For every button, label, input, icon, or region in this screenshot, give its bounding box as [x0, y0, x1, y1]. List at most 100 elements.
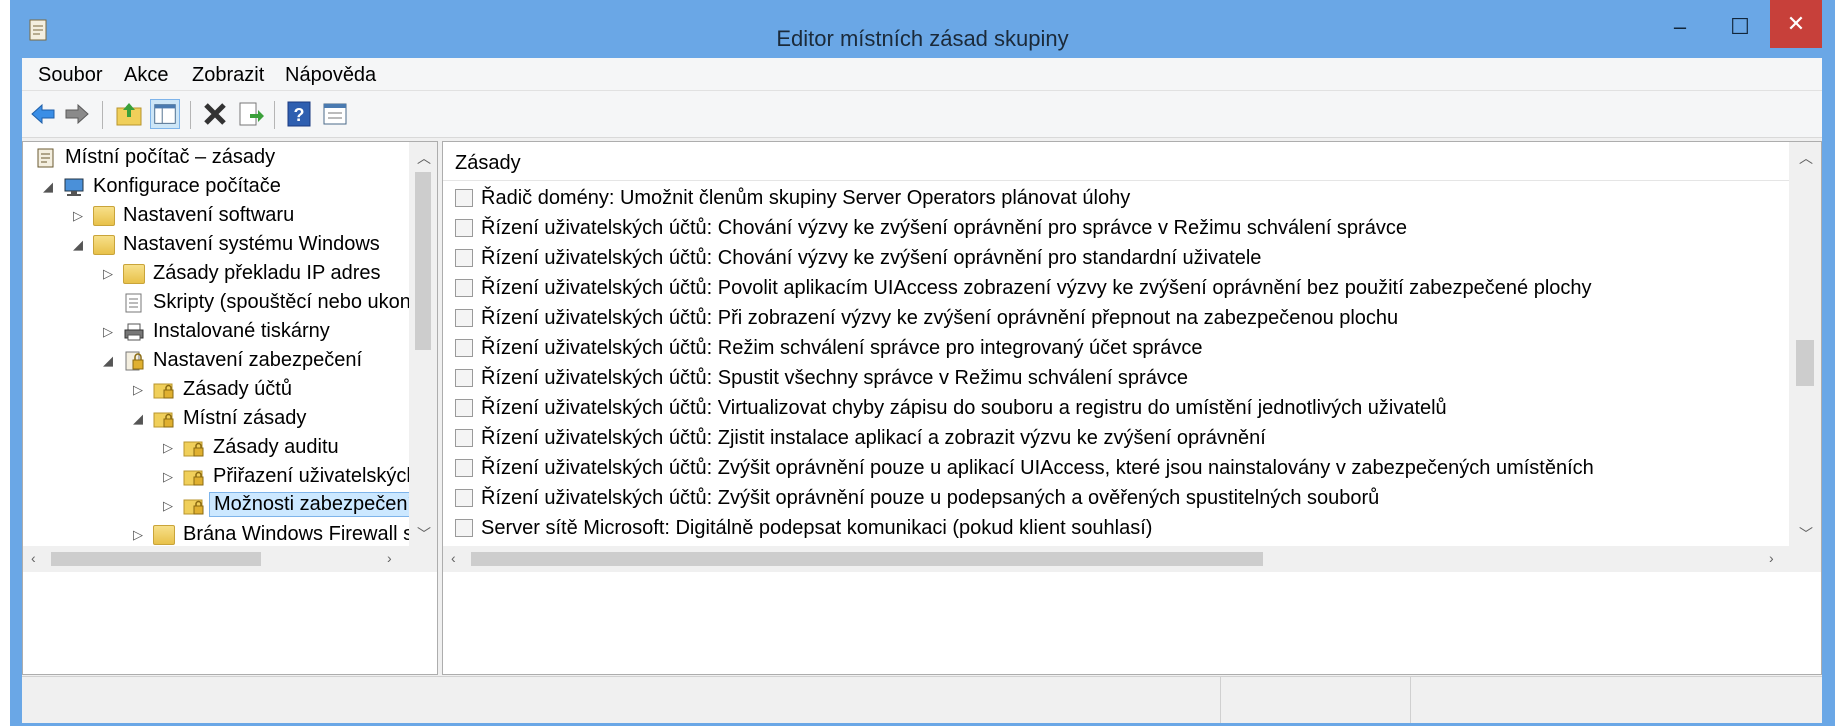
security-folder-icon	[183, 441, 204, 457]
menu-file[interactable]: Soubor	[38, 64, 103, 87]
tree-item-label: Konfigurace počítače	[93, 175, 281, 197]
back-icon[interactable]	[28, 99, 58, 129]
scrollbar-thumb[interactable]	[415, 172, 431, 350]
policy-document-icon	[37, 148, 54, 168]
scroll-up-icon[interactable]: ︿	[1799, 148, 1813, 168]
minimize-button[interactable]: –	[1650, 0, 1710, 58]
tree-item-label: Zásady účtů	[183, 378, 292, 400]
policy-setting-icon	[455, 429, 473, 447]
policy-setting-icon	[455, 339, 473, 357]
header-divider	[443, 180, 1789, 181]
tree-item-label: Nastavení systému Windows	[123, 233, 380, 255]
window-title: Editor místních zásad skupiny	[776, 26, 1069, 51]
security-folder-icon	[153, 412, 174, 428]
scroll-right-icon[interactable]: ›	[387, 550, 392, 566]
toolbar: ?	[22, 91, 1822, 138]
scroll-right-icon[interactable]: ›	[1769, 550, 1774, 566]
collapsed-arrow-icon[interactable]: ▷	[103, 324, 113, 340]
policy-list-pane: Zásady ˆ Řadič domény: Umožnit členům sk…	[442, 141, 1822, 675]
export-list-icon[interactable]	[236, 99, 266, 129]
menu-action[interactable]: Akce	[124, 64, 168, 87]
tree-item-label: Brána Windows Firewall s p	[183, 523, 430, 545]
tree-item-label: Nastavení zabezpečení	[153, 349, 363, 371]
tree-item-label: Skripty (spouštěcí nebo ukonč	[153, 291, 421, 313]
close-button[interactable]: ✕	[1770, 0, 1822, 48]
scroll-up-icon[interactable]: ︿	[417, 148, 431, 168]
scroll-down-icon[interactable]: ﹀	[417, 524, 431, 544]
policy-setting-icon	[455, 249, 473, 267]
client-area: Soubor Akce Zobrazit Nápověda ? Místní p…	[22, 58, 1822, 723]
folder-icon	[123, 264, 145, 284]
collapsed-arrow-icon[interactable]: ▷	[73, 208, 83, 224]
toolbar-separator	[102, 101, 103, 129]
menu-view[interactable]: Zobrazit	[192, 64, 264, 87]
collapsed-arrow-icon[interactable]: ▷	[163, 469, 173, 485]
scroll-left-icon[interactable]: ‹	[31, 550, 36, 566]
tree-item-label: Přiřazení uživatelských	[213, 465, 418, 487]
security-folder-icon	[183, 499, 204, 515]
collapsed-arrow-icon[interactable]: ▷	[133, 382, 143, 398]
scroll-down-icon[interactable]: ﹀	[1799, 524, 1813, 544]
scrollbar-thumb[interactable]	[1796, 340, 1814, 386]
policy-setting-icon	[455, 459, 473, 477]
tree-item-label: Zásady auditu	[213, 436, 339, 458]
scroll-left-icon[interactable]: ‹	[451, 550, 456, 566]
tree-horizontal-scrollbar[interactable]: ‹ ›	[23, 546, 437, 572]
properties-icon[interactable]	[320, 99, 350, 129]
status-divider	[1410, 677, 1411, 723]
tree-item-label: Možnosti zabezpečení	[209, 492, 419, 517]
scrollbar-thumb[interactable]	[51, 552, 261, 566]
policy-setting-icon	[455, 489, 473, 507]
folder-icon	[93, 235, 115, 255]
expanded-arrow-icon[interactable]: ◢	[103, 353, 113, 369]
security-folder-icon	[183, 470, 204, 486]
tree-vertical-scrollbar[interactable]: ︿ ﹀	[409, 142, 437, 546]
maximize-button[interactable]: ☐	[1710, 0, 1770, 58]
delete-icon[interactable]	[200, 99, 230, 129]
tree-item-label: Instalované tiskárny	[153, 320, 330, 342]
policy-setting-icon	[455, 519, 473, 537]
expanded-arrow-icon[interactable]: ◢	[133, 411, 143, 427]
expanded-arrow-icon[interactable]: ◢	[43, 179, 53, 195]
folder-icon	[153, 525, 175, 545]
policy-setting-icon	[455, 399, 473, 417]
tree-item-label: Nastavení softwaru	[123, 204, 295, 226]
toolbar-separator	[274, 101, 275, 129]
collapsed-arrow-icon[interactable]: ▷	[133, 527, 143, 543]
security-settings-icon	[125, 351, 144, 371]
help-icon[interactable]: ?	[284, 99, 314, 129]
policy-setting-icon	[455, 309, 473, 327]
app-window: Editor místních zásad skupiny – ☐ ✕ Soub…	[10, 0, 1835, 726]
policy-setting-icon	[455, 369, 473, 387]
up-folder-icon[interactable]	[114, 99, 144, 129]
forward-icon[interactable]	[62, 99, 92, 129]
folder-icon	[93, 206, 115, 226]
collapsed-arrow-icon[interactable]: ▷	[163, 440, 173, 456]
tree-item-label: Zásady překladu IP adres	[153, 262, 381, 284]
tree-item-label: Místní zásady	[183, 407, 307, 429]
collapsed-arrow-icon[interactable]: ▷	[163, 498, 173, 514]
policy-setting-icon	[455, 189, 473, 207]
svg-text:?: ?	[294, 105, 305, 125]
printer-icon	[124, 323, 144, 341]
status-bar	[22, 676, 1822, 723]
expanded-arrow-icon[interactable]: ◢	[73, 237, 83, 253]
tree-pane: Místní počítač – zásady ◢ Konfigurace po…	[22, 141, 438, 675]
list-vertical-scrollbar[interactable]: ︿ ﹀	[1789, 142, 1821, 546]
policy-setting-icon	[455, 219, 473, 237]
policy-setting-icon	[455, 279, 473, 297]
collapsed-arrow-icon[interactable]: ▷	[103, 266, 113, 282]
menu-help[interactable]: Nápověda	[285, 64, 376, 87]
sort-ascending-icon: ˆ	[1039, 141, 1045, 155]
column-header-policy[interactable]: Zásady	[455, 152, 521, 175]
show-hide-tree-icon[interactable]	[150, 99, 180, 129]
title-bar[interactable]: Editor místních zásad skupiny – ☐ ✕	[10, 0, 1835, 58]
toolbar-separator	[190, 101, 191, 129]
computer-icon	[64, 178, 84, 196]
menu-bar: Soubor Akce Zobrazit Nápověda	[22, 58, 1822, 91]
status-divider	[1220, 677, 1221, 723]
security-folder-icon	[153, 383, 174, 399]
scrollbar-thumb[interactable]	[471, 552, 1263, 566]
script-icon	[125, 293, 142, 313]
list-horizontal-scrollbar[interactable]: ‹ ›	[443, 546, 1821, 572]
